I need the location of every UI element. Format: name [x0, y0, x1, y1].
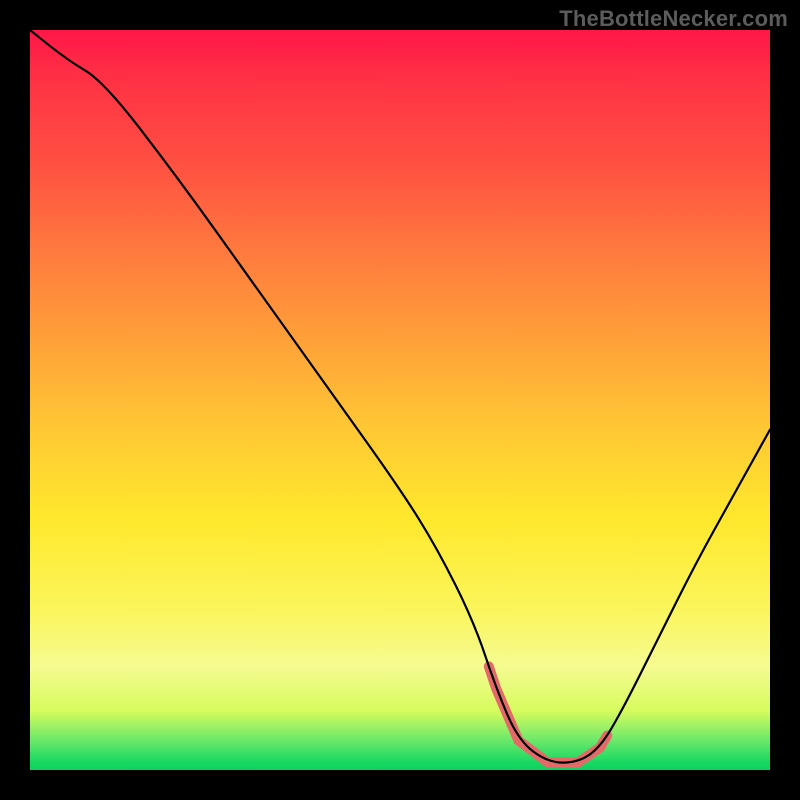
watermark-text: TheBottleNecker.com — [559, 6, 788, 32]
bottleneck-curve-svg — [30, 30, 770, 770]
plot-area — [30, 30, 770, 770]
bottleneck-curve-line — [30, 30, 770, 763]
chart-frame: TheBottleNecker.com — [0, 0, 800, 800]
